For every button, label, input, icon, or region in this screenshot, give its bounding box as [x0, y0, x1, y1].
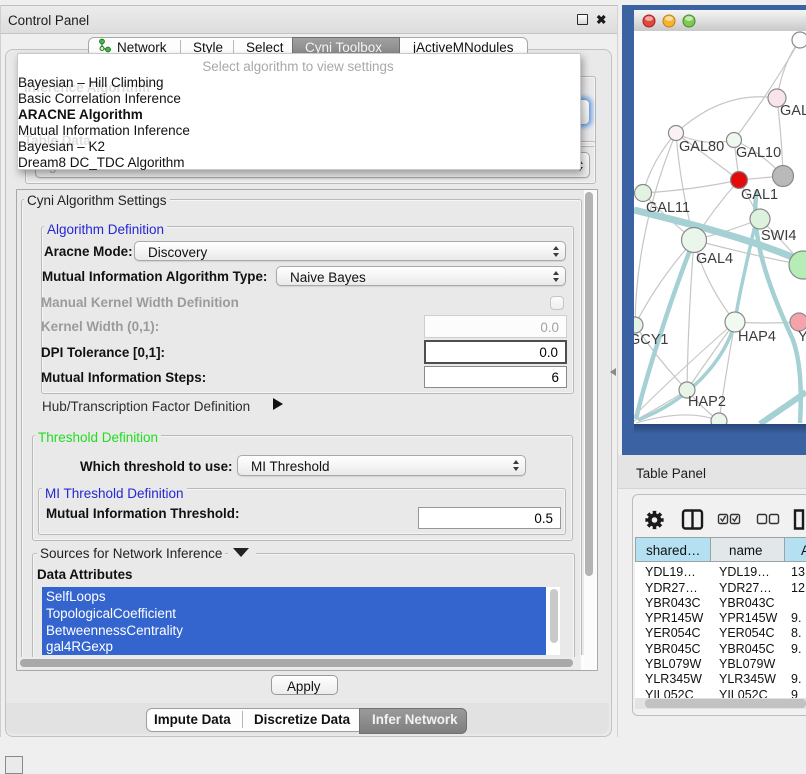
svg-text:HAP4: HAP4 — [738, 329, 776, 345]
svg-text:SWI4: SWI4 — [761, 228, 796, 244]
svg-text:Y: Y — [798, 329, 806, 345]
svg-text:GAL: GAL — [780, 103, 806, 119]
svg-text:GAL1: GAL1 — [741, 187, 778, 203]
svg-text:GCY1: GCY1 — [634, 332, 669, 348]
svg-text:GAL10: GAL10 — [736, 145, 781, 161]
svg-text:HAP2: HAP2 — [688, 394, 726, 410]
svg-text:GAL4: GAL4 — [696, 251, 733, 267]
svg-text:GAL80: GAL80 — [679, 139, 724, 155]
svg-text:GAL11: GAL11 — [646, 200, 690, 216]
